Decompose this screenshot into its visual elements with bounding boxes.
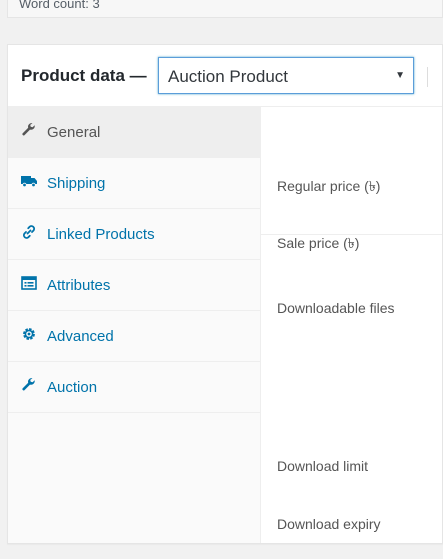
wrench-icon <box>22 378 35 391</box>
word-count: Word count: 3 <box>19 0 100 11</box>
list-icon <box>21 276 37 290</box>
general-panel: Regular price (৳) Sale price (৳) Downloa… <box>261 107 442 543</box>
tab-shipping-label: Shipping <box>47 175 106 192</box>
tab-general-label: General <box>47 124 101 141</box>
header-divider <box>427 67 428 87</box>
product-data-title: Product data — <box>21 66 147 85</box>
tab-general[interactable]: General <box>8 107 260 158</box>
section-divider <box>261 234 442 235</box>
dropdown-arrow-icon: ▼ <box>395 70 405 81</box>
product-data-tabs: General Shipping Linked Products Attribu… <box>8 107 261 543</box>
tab-linked-products-label: Linked Products <box>47 226 155 243</box>
wrench-icon <box>22 123 35 136</box>
tab-advanced-label: Advanced <box>47 328 114 345</box>
tab-attributes[interactable]: Attributes <box>8 260 260 311</box>
product-type-value: Auction Product <box>168 67 289 86</box>
sale-price-label: Sale price (৳) <box>277 235 360 251</box>
regular-price-label: Regular price (৳) <box>277 178 381 194</box>
tab-shipping[interactable]: Shipping <box>8 158 260 209</box>
tab-auction-label: Auction <box>47 379 98 396</box>
product-data-box: Product data — Auction Product ▼ General… <box>7 44 443 544</box>
download-limit-label: Download limit <box>277 458 369 474</box>
product-data-header: Product data — Auction Product ▼ <box>8 45 442 107</box>
tab-attributes-label: Attributes <box>47 277 111 294</box>
tab-auction[interactable]: Auction <box>8 362 260 413</box>
link-icon <box>23 225 35 239</box>
truck-icon <box>21 176 37 188</box>
downloadable-files-label: Downloadable files <box>277 300 395 316</box>
download-expiry-label: Download expiry <box>277 516 381 532</box>
gear-icon <box>23 328 35 340</box>
tab-linked-products[interactable]: Linked Products <box>8 209 260 260</box>
tab-advanced[interactable]: Advanced <box>8 311 260 362</box>
product-type-select[interactable]: Auction Product ▼ <box>158 57 414 94</box>
